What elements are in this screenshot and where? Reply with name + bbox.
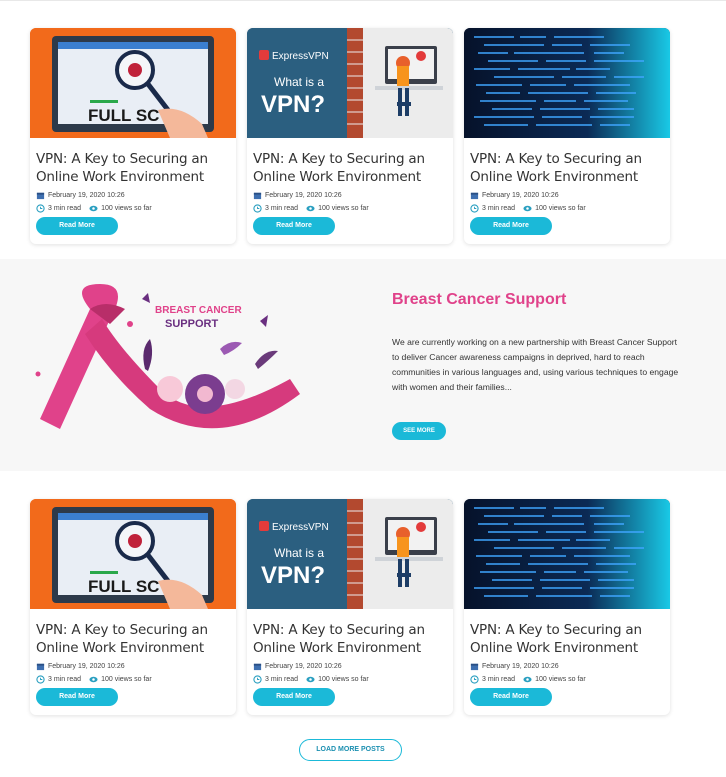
feature-title[interactable]: Breast Cancer Support	[392, 291, 566, 309]
post-title[interactable]: VPN: A Key to Securing an Online Work En…	[30, 609, 236, 657]
vpn-question: What is a	[274, 546, 324, 560]
post-thumbnail-vpn[interactable]: ExpressVPN What is a VPN?	[247, 28, 453, 138]
post-thumbnail-scan[interactable]: FULL SC	[30, 28, 236, 138]
post-date: February 19, 2020 10:26	[48, 192, 125, 199]
read-more-button[interactable]: Read More	[253, 688, 335, 706]
post-thumbnail-code[interactable]	[464, 499, 670, 609]
post-read-time: 3 min read	[265, 205, 299, 212]
post-views: 100 views so far	[101, 205, 152, 212]
post-card[interactable]: VPN: A Key to Securing an Online Work En…	[464, 28, 670, 244]
post-views: 100 views so far	[535, 205, 586, 212]
eye-icon	[306, 676, 315, 683]
post-card[interactable]: FULL SC VPN: A Key to Securing an Online…	[30, 28, 236, 244]
post-meta: February 19, 2020 10:26 3 min read 100 v…	[247, 186, 453, 215]
posts-grid-bottom: FULL SC VPN: A Key to Securing an Online…	[30, 499, 670, 715]
calendar-icon	[470, 192, 479, 200]
post-date: February 19, 2020 10:26	[265, 192, 342, 199]
post-meta: February 19, 2020 10:26 3 min read 100 v…	[464, 186, 670, 215]
post-thumbnail-vpn[interactable]: ExpressVPN What is a VPN?	[247, 499, 453, 609]
breast-cancer-ribbon-image: BREAST CANCER SUPPORT	[30, 279, 300, 459]
see-more-button[interactable]: SEE MORE	[392, 422, 446, 440]
feature-section: BREAST CANCER SUPPORT Breast Cancer Supp…	[0, 259, 726, 471]
post-title[interactable]: VPN: A Key to Securing an Online Work En…	[30, 138, 236, 186]
eye-icon	[523, 205, 532, 212]
post-read-time: 3 min read	[482, 205, 516, 212]
clock-icon	[36, 675, 45, 684]
vpn-word: VPN?	[261, 562, 325, 589]
clock-icon	[253, 204, 262, 213]
post-views: 100 views so far	[101, 676, 152, 683]
eye-icon	[523, 676, 532, 683]
post-meta: February 19, 2020 10:26 3 min read 100 v…	[247, 657, 453, 686]
load-more-posts-button[interactable]: LOAD MORE POSTS	[299, 739, 402, 761]
post-date: February 19, 2020 10:26	[482, 663, 559, 670]
vpn-brand: ExpressVPN	[272, 51, 329, 62]
post-meta: February 19, 2020 10:26 3 min read 100 v…	[30, 657, 236, 686]
eye-icon	[89, 676, 98, 683]
vpn-word: VPN?	[261, 91, 325, 118]
calendar-icon	[470, 663, 479, 671]
scan-label: FULL SC	[88, 577, 159, 596]
clock-icon	[36, 204, 45, 213]
post-card[interactable]: FULL SC VPN: A Key to Securing an Online…	[30, 499, 236, 715]
post-meta: February 19, 2020 10:26 3 min read 100 v…	[464, 657, 670, 686]
post-thumbnail-code[interactable]	[464, 28, 670, 138]
post-date: February 19, 2020 10:26	[265, 663, 342, 670]
post-card[interactable]: ExpressVPN What is a VPN? VPN: A Key to …	[247, 499, 453, 715]
post-card[interactable]: ExpressVPN What is a VPN? VPN: A Key to …	[247, 28, 453, 244]
eye-icon	[89, 205, 98, 212]
read-more-button[interactable]: Read More	[470, 688, 552, 706]
posts-grid-top: FULL SC VPN: A Key to Securing an Online…	[30, 28, 670, 244]
post-card[interactable]: VPN: A Key to Securing an Online Work En…	[464, 499, 670, 715]
vpn-brand: ExpressVPN	[272, 522, 329, 533]
vpn-question: What is a	[274, 75, 324, 89]
post-read-time: 3 min read	[48, 205, 82, 212]
post-date: February 19, 2020 10:26	[48, 663, 125, 670]
post-read-time: 3 min read	[48, 676, 82, 683]
post-title[interactable]: VPN: A Key to Securing an Online Work En…	[247, 609, 453, 657]
post-title[interactable]: VPN: A Key to Securing an Online Work En…	[464, 138, 670, 186]
read-more-button[interactable]: Read More	[253, 217, 335, 235]
post-title[interactable]: VPN: A Key to Securing an Online Work En…	[247, 138, 453, 186]
image-text-line2: SUPPORT	[165, 318, 218, 330]
post-views: 100 views so far	[318, 676, 369, 683]
read-more-button[interactable]: Read More	[470, 217, 552, 235]
post-title[interactable]: VPN: A Key to Securing an Online Work En…	[464, 609, 670, 657]
calendar-icon	[36, 663, 45, 671]
read-more-button[interactable]: Read More	[36, 217, 118, 235]
calendar-icon	[253, 663, 262, 671]
post-thumbnail-scan[interactable]: FULL SC	[30, 499, 236, 609]
post-date: February 19, 2020 10:26	[482, 192, 559, 199]
calendar-icon	[253, 192, 262, 200]
eye-icon	[306, 205, 315, 212]
calendar-icon	[36, 192, 45, 200]
clock-icon	[253, 675, 262, 684]
image-text-line1: BREAST CANCER	[155, 305, 242, 316]
post-meta: February 19, 2020 10:26 3 min read 100 v…	[30, 186, 236, 215]
post-read-time: 3 min read	[265, 676, 299, 683]
read-more-button[interactable]: Read More	[36, 688, 118, 706]
top-divider	[0, 0, 726, 1]
post-views: 100 views so far	[535, 676, 586, 683]
clock-icon	[470, 204, 479, 213]
clock-icon	[470, 675, 479, 684]
feature-description: We are currently working on a new partne…	[392, 337, 679, 392]
post-views: 100 views so far	[318, 205, 369, 212]
post-read-time: 3 min read	[482, 676, 516, 683]
scan-label: FULL SC	[88, 106, 159, 125]
